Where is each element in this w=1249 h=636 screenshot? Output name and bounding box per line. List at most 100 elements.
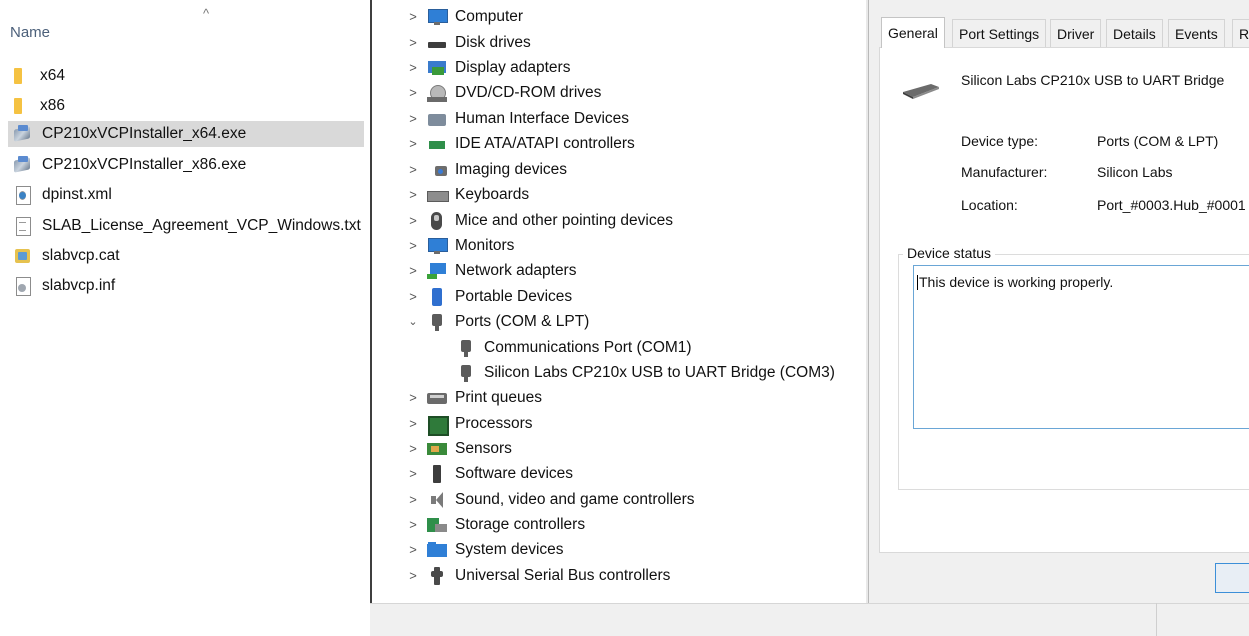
tree-item-dvd-drives[interactable]: > DVD/CD-ROM drives (407, 80, 601, 105)
text-file-icon (14, 217, 32, 236)
tree-item-mice[interactable]: > Mice and other pointing devices (407, 208, 673, 233)
sort-ascending-icon[interactable]: ^ (203, 6, 209, 21)
chevron-right-icon[interactable]: > (407, 263, 419, 278)
usb-connector-icon (903, 84, 939, 99)
tree-item-label: Keyboards (455, 185, 530, 203)
storage-controller-icon (427, 516, 447, 534)
file-explorer-pane: ^ Name x64 x86 CP210xVCPInstaller_x64.ex… (0, 0, 370, 636)
tree-item-ide-controllers[interactable]: > IDE ATA/ATAPI controllers (407, 131, 635, 156)
folder-icon (14, 98, 22, 114)
hid-icon (427, 110, 447, 128)
tree-item-label: Storage controllers (455, 515, 586, 533)
port-icon (456, 339, 476, 357)
tree-item-sound-video[interactable]: > Sound, video and game controllers (407, 487, 695, 512)
tree-item-computer[interactable]: > Computer (407, 4, 523, 29)
chevron-right-icon[interactable]: > (407, 187, 419, 202)
chevron-right-icon[interactable]: > (407, 390, 419, 405)
tree-item-label: IDE ATA/ATAPI controllers (455, 134, 635, 152)
file-row-slabvcp-inf[interactable]: slabvcp.inf (8, 273, 364, 299)
tree-item-label: Network adapters (455, 261, 577, 279)
chevron-right-icon[interactable]: > (407, 162, 419, 177)
xml-file-icon (14, 186, 32, 205)
tree-item-label: Computer (455, 7, 524, 25)
chevron-down-icon[interactable]: ⌄ (407, 315, 419, 328)
chevron-right-icon[interactable]: > (407, 213, 419, 228)
mouse-icon (427, 211, 447, 230)
chevron-right-icon[interactable]: > (407, 136, 419, 151)
tree-item-display-adapters[interactable]: > Display adapters (407, 55, 570, 80)
chevron-right-icon[interactable]: > (407, 568, 419, 583)
tree-item-label: Mice and other pointing devices (455, 211, 673, 229)
tree-item-network-adapters[interactable]: > Network adapters (407, 258, 576, 283)
tree-item-label: Display adapters (455, 58, 571, 76)
chevron-right-icon[interactable]: > (407, 441, 419, 456)
tree-item-label: Universal Serial Bus controllers (455, 566, 671, 584)
disk-drive-icon (427, 34, 447, 52)
tree-item-portable-devices[interactable]: > Portable Devices (407, 284, 572, 309)
chevron-right-icon[interactable]: > (407, 517, 419, 532)
tree-item-monitors[interactable]: > Monitors (407, 233, 514, 258)
tree-item-label: DVD/CD-ROM drives (455, 83, 602, 101)
chevron-right-icon[interactable]: > (407, 111, 419, 126)
file-row-installer-x86[interactable]: CP210xVCPInstaller_x86.exe (8, 152, 364, 178)
tree-item-keyboards[interactable]: > Keyboards (407, 182, 529, 207)
name-column-header[interactable]: Name (10, 24, 50, 41)
manufacturer-label: Manufacturer: (961, 164, 1048, 180)
tree-item-label: Communications Port (COM1) (484, 338, 692, 356)
tree-item-label: Portable Devices (455, 287, 573, 305)
processor-icon (427, 415, 449, 436)
tab-details[interactable]: Details (1106, 19, 1163, 47)
tree-item-storage-controllers[interactable]: > Storage controllers (407, 512, 585, 537)
folder-icon (14, 68, 22, 84)
file-row-x64[interactable]: x64 (8, 63, 364, 89)
tree-item-com1[interactable]: Communications Port (COM1) (456, 335, 692, 360)
chevron-right-icon[interactable]: > (407, 542, 419, 557)
tree-item-processors[interactable]: > Processors (407, 411, 533, 436)
chevron-right-icon[interactable]: > (407, 9, 419, 24)
file-row-dpinst-xml[interactable]: dpinst.xml (8, 182, 364, 208)
tree-item-hid[interactable]: > Human Interface Devices (407, 106, 629, 131)
ok-button[interactable] (1215, 563, 1249, 593)
tree-item-label: Sound, video and game controllers (455, 490, 695, 508)
dvd-drive-icon (427, 84, 447, 102)
tree-item-label: Human Interface Devices (455, 109, 630, 127)
tab-port-settings[interactable]: Port Settings (952, 19, 1047, 47)
tree-item-label: System devices (455, 540, 564, 558)
system-folder-icon (427, 541, 447, 559)
tree-item-print-queues[interactable]: > Print queues (407, 385, 542, 410)
tree-item-label: Print queues (455, 388, 543, 406)
network-adapter-icon (427, 262, 447, 280)
file-row-installer-x64[interactable]: CP210xVCPInstaller_x64.exe (8, 121, 364, 147)
tree-item-sensors[interactable]: > Sensors (407, 436, 512, 461)
device-type-value: Ports (COM & LPT) (1097, 133, 1219, 149)
device-status-textbox[interactable]: This device is working properly. (913, 265, 1249, 429)
tree-item-label: Silicon Labs CP210x USB to UART Bridge (… (484, 363, 835, 381)
file-row-x86[interactable]: x86 (8, 93, 364, 119)
tab-driver[interactable]: Driver (1050, 19, 1102, 47)
tree-item-cp210x-com3[interactable]: Silicon Labs CP210x USB to UART Bridge (… (456, 360, 835, 385)
tree-item-imaging-devices[interactable]: > Imaging devices (407, 157, 567, 182)
tree-item-system-devices[interactable]: > System devices (407, 537, 564, 562)
tab-resources[interactable]: R (1232, 19, 1249, 47)
tree-item-usb-controllers[interactable]: > Universal Serial Bus controllers (407, 563, 670, 588)
tab-general[interactable]: General (881, 17, 945, 48)
tree-item-disk-drives[interactable]: > Disk drives (407, 30, 531, 55)
chevron-right-icon[interactable]: > (407, 238, 419, 253)
file-name: x86 (40, 97, 65, 114)
chevron-right-icon[interactable]: > (407, 35, 419, 50)
file-row-slabvcp-cat[interactable]: slabvcp.cat (8, 243, 364, 269)
installer-icon (14, 125, 32, 143)
chevron-right-icon[interactable]: > (407, 492, 419, 507)
file-name: CP210xVCPInstaller_x86.exe (42, 156, 247, 173)
tree-item-label: Disk drives (455, 33, 531, 51)
tree-item-software-devices[interactable]: > Software devices (407, 461, 573, 486)
manufacturer-value: Silicon Labs (1097, 164, 1173, 180)
chevron-right-icon[interactable]: > (407, 466, 419, 481)
chevron-right-icon[interactable]: > (407, 416, 419, 431)
chevron-right-icon[interactable]: > (407, 85, 419, 100)
tree-item-ports[interactable]: ⌄ Ports (COM & LPT) (407, 309, 589, 334)
chevron-right-icon[interactable]: > (407, 289, 419, 304)
tab-events[interactable]: Events (1168, 19, 1225, 47)
file-row-license-txt[interactable]: SLAB_License_Agreement_VCP_Windows.txt (8, 213, 364, 239)
chevron-right-icon[interactable]: > (407, 60, 419, 75)
